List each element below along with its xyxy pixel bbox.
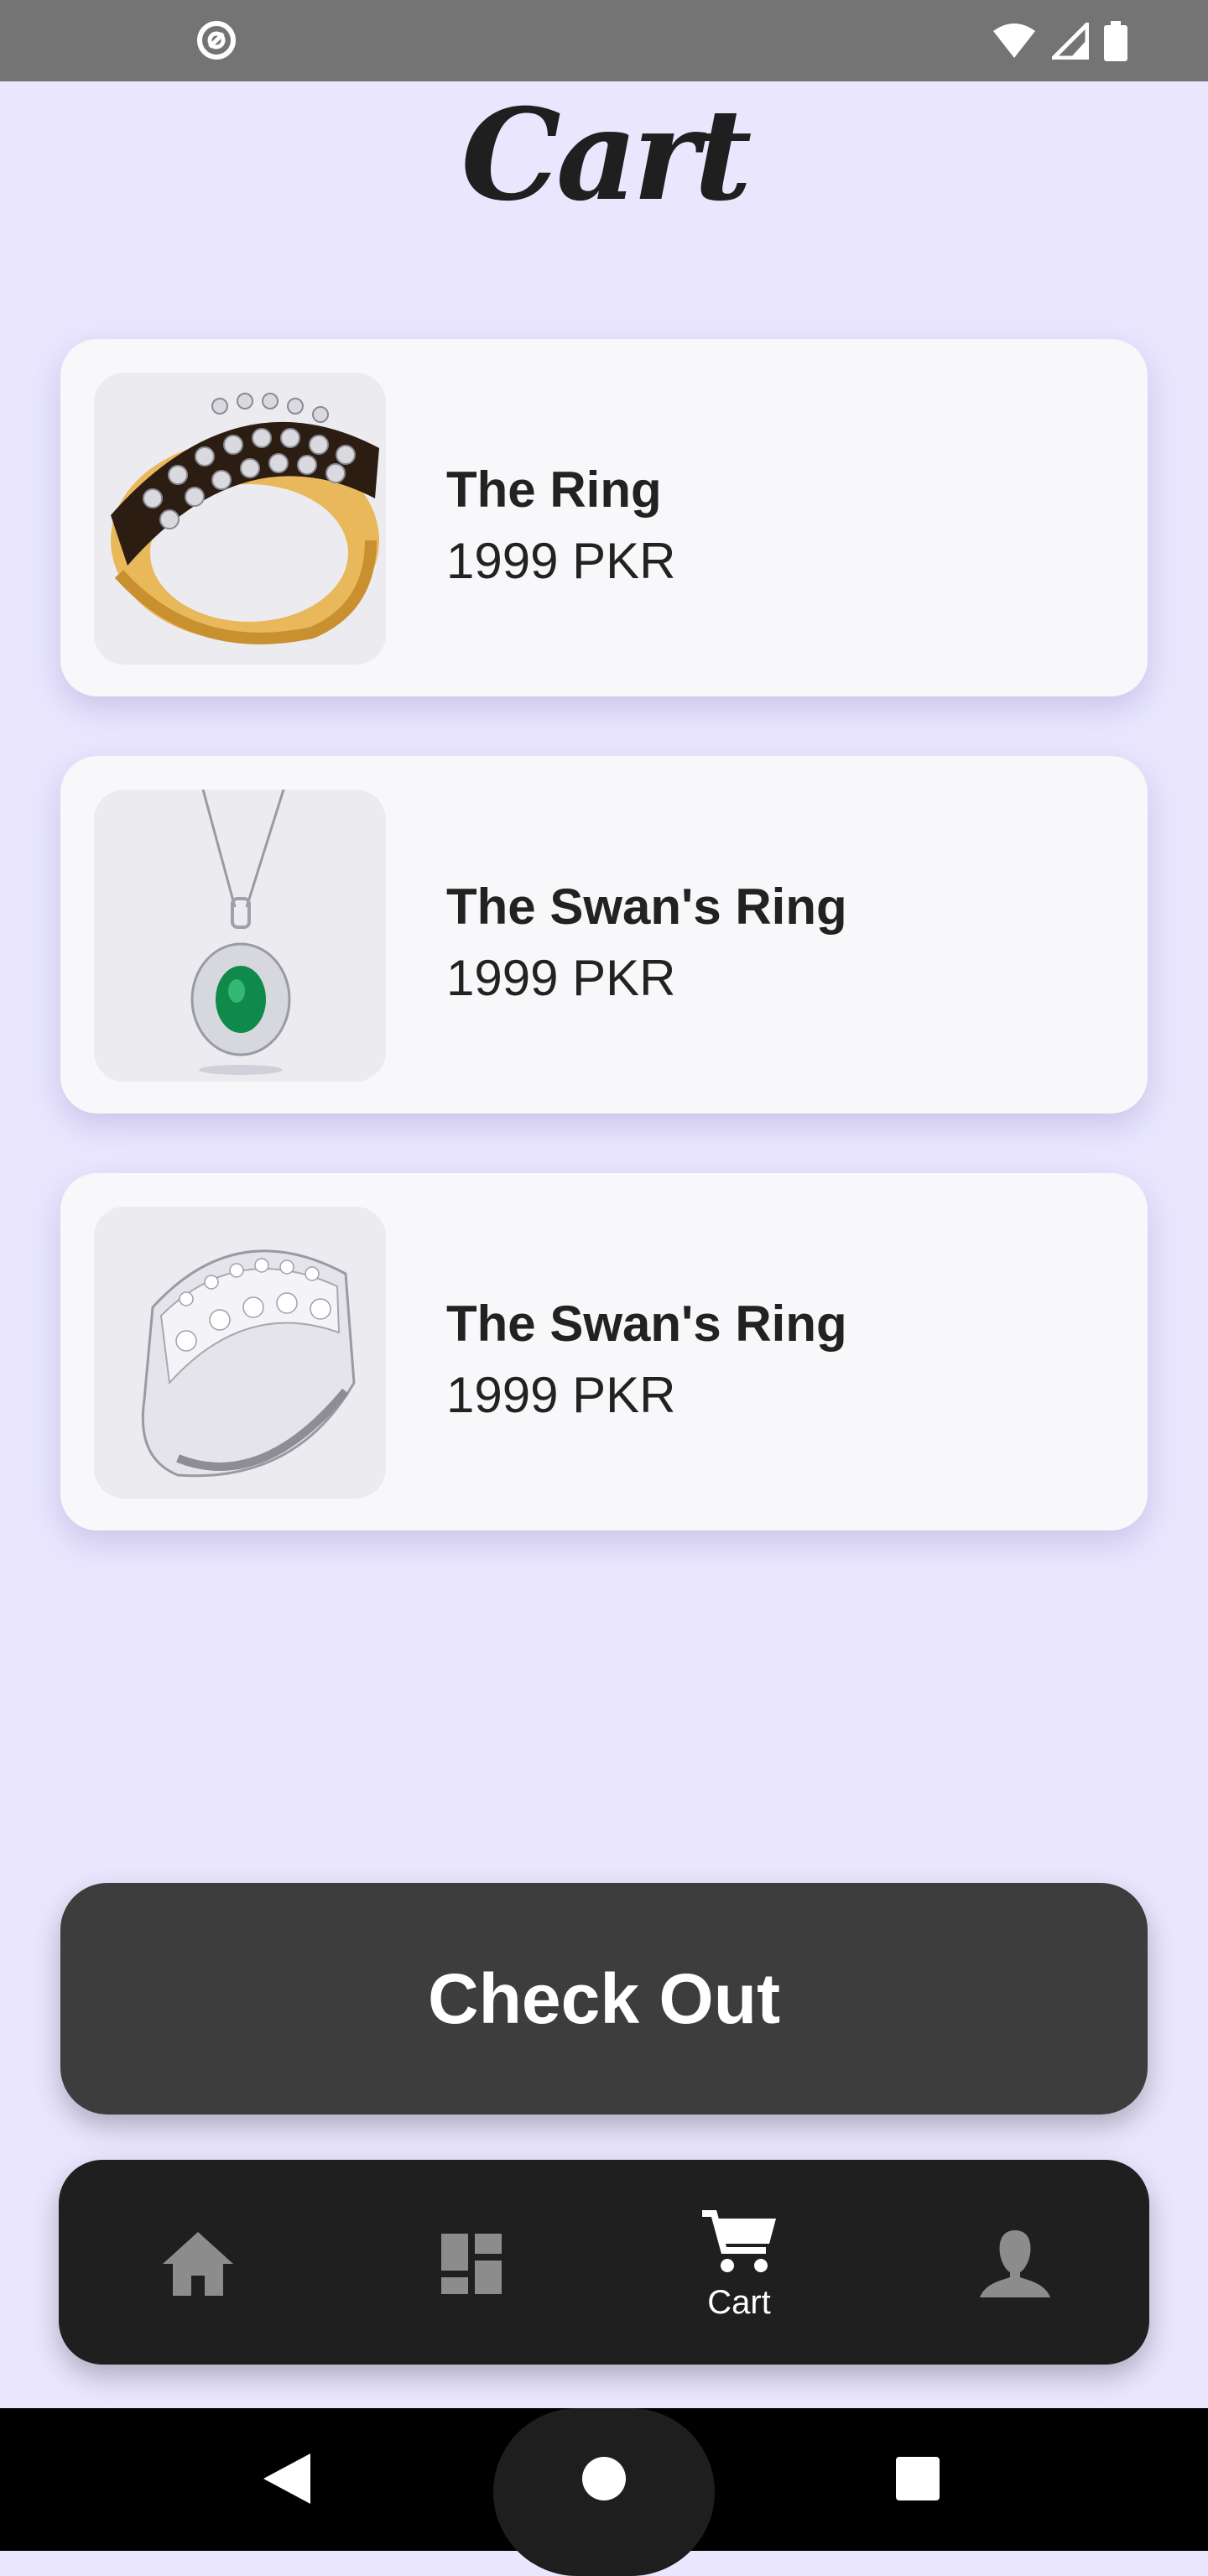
page-title: Cart (461, 81, 752, 229)
nav-label-cart: Cart (707, 2284, 771, 2321)
cart-icon (702, 2210, 776, 2272)
product-name: The Swan's Ring (446, 879, 847, 935)
product-price: 1999 PKR (446, 533, 676, 589)
nav-item-dashboard[interactable] (388, 2160, 555, 2365)
wifi-icon (993, 23, 1035, 58)
battery-icon (1104, 21, 1127, 61)
cart-item[interactable]: The Swan's Ring 1999 PKR (60, 756, 1148, 1113)
home-icon (163, 2232, 233, 2296)
cellular-signal-icon (1052, 23, 1089, 60)
bottom-navigation: Cart (59, 2160, 1149, 2365)
data-saver-icon (197, 21, 236, 60)
profile-icon (980, 2230, 1050, 2297)
status-bar (0, 0, 1208, 81)
product-price: 1999 PKR (446, 950, 676, 1006)
nav-item-home[interactable] (114, 2160, 282, 2365)
product-price: 1999 PKR (446, 1367, 676, 1423)
cart-item[interactable]: The Ring 1999 PKR (60, 339, 1148, 696)
product-name: The Swan's Ring (446, 1296, 847, 1352)
back-icon[interactable] (263, 2453, 310, 2504)
recents-icon[interactable] (896, 2457, 940, 2500)
product-image-silver-ring (94, 1207, 386, 1499)
cart-item[interactable]: The Swan's Ring 1999 PKR (60, 1173, 1148, 1530)
home-circle-icon[interactable] (582, 2457, 626, 2500)
product-image-emerald-pendant (94, 790, 386, 1082)
nav-item-profile[interactable] (931, 2160, 1099, 2365)
nav-item-cart[interactable]: Cart (655, 2160, 823, 2365)
product-name: The Ring (446, 461, 662, 518)
product-image-gold-ring (94, 373, 386, 665)
dashboard-icon (441, 2234, 502, 2294)
checkout-button[interactable]: Check Out (60, 1883, 1148, 2115)
